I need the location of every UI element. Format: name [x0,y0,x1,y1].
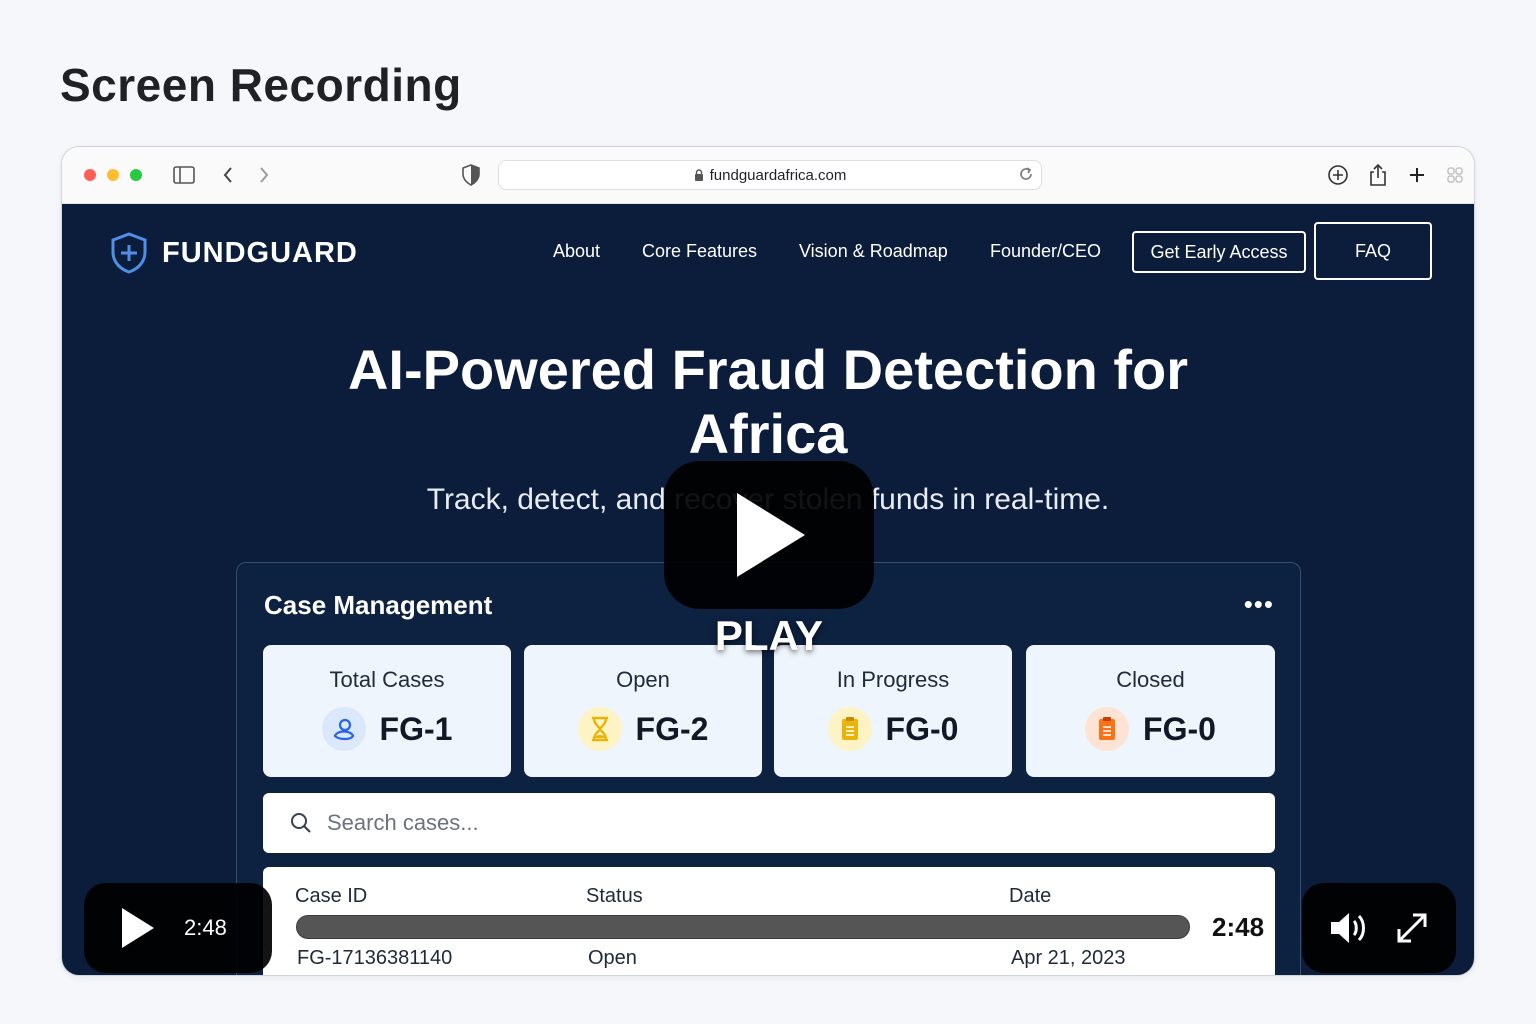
close-window-button[interactable] [84,169,96,181]
fullscreen-button[interactable] [1395,911,1429,945]
clipboard-icon [827,707,872,751]
reload-icon[interactable] [1017,165,1035,188]
maximize-window-button[interactable] [130,169,142,181]
hourglass-icon [577,707,622,751]
search-icon [291,813,311,833]
privacy-shield-icon[interactable] [457,161,485,189]
column-header-case-id[interactable]: Case ID [295,885,367,908]
video-play-overlay-button[interactable] [664,461,874,609]
volume-button[interactable] [1329,910,1369,946]
back-icon[interactable] [214,161,242,189]
stat-label: Open [616,667,670,692]
video-controls-right [1302,883,1456,973]
website-viewport: FUNDGUARD About Core Features Vision & R… [62,204,1474,975]
nav-founder-ceo[interactable]: Founder/CEO [990,241,1101,262]
address-bar[interactable]: fundguardafrica.com [498,160,1042,190]
panel-title: Case Management [264,590,493,620]
address-url: fundguardafrica.com [709,166,847,184]
stat-value: FG-1 [379,710,453,747]
hero-title: AI-Powered Fraud Detection for Africa [62,338,1474,466]
stat-card-total-cases[interactable]: Total Cases FG-1 [263,645,511,777]
video-controls-left: 2:48 [84,883,272,973]
new-tab-icon[interactable] [1403,161,1431,189]
brand-logo[interactable]: FUNDGUARD [110,232,358,274]
video-progress-bar[interactable] [296,915,1190,939]
shield-plus-icon [111,232,147,274]
more-options-icon[interactable]: ••• [1244,589,1274,620]
stat-value: FG-0 [885,710,959,747]
column-header-date[interactable]: Date [1009,885,1051,908]
play-button[interactable] [120,906,156,950]
hero-title-line-2: Africa [688,402,848,465]
browser-window: fundguardafrica.com FUNDGUARD About Core… [61,146,1475,976]
search-input[interactable] [327,810,1127,836]
forward-icon[interactable] [250,161,278,189]
elapsed-time: 2:48 [184,915,227,940]
stat-label: Total Cases [329,667,445,692]
table-cell-case-id[interactable]: FG-17136381140 [297,947,452,970]
page-title: Screen Recording [60,59,462,111]
hero-title-line-1: AI-Powered Fraud Detection for [347,338,1189,401]
stat-value: FG-2 [635,710,709,747]
stat-card-open[interactable]: Open FG-2 [524,645,762,777]
nav-core-features[interactable]: Core Features [642,241,757,262]
nav-about[interactable]: About [553,241,600,262]
clipboard-icon [1085,707,1130,751]
download-icon[interactable] [1324,161,1352,189]
nav-vision-roadmap[interactable]: Vision & Roadmap [799,241,948,262]
column-header-status[interactable]: Status [586,885,643,908]
minimize-window-button[interactable] [107,169,119,181]
browser-toolbar: fundguardafrica.com [62,147,1474,204]
stat-card-in-progress[interactable]: In Progress FG-0 [774,645,1012,777]
table-cell-status: Open [588,947,637,969]
stat-card-closed[interactable]: Closed FG-0 [1026,645,1275,777]
table-cell-date: Apr 21, 2023 [1011,947,1126,969]
brand-name: FUNDGUARD [162,236,358,269]
sidebar-icon[interactable] [170,161,198,189]
search-bar [263,793,1275,853]
user-icon [321,707,366,751]
stat-label: In Progress [836,667,950,692]
expand-icon [1397,913,1427,943]
stat-value: FG-0 [1143,710,1216,747]
share-icon[interactable] [1364,161,1392,189]
play-icon [737,493,805,577]
play-label: PLAY [714,612,824,659]
lock-icon [694,168,703,181]
faq-button[interactable]: FAQ [1314,222,1432,280]
get-early-access-button[interactable]: Get Early Access [1132,231,1306,273]
volume-icon [1331,913,1365,943]
tab-overview-icon[interactable] [1441,161,1469,189]
play-icon [122,908,154,948]
stat-label: Closed [1116,667,1185,692]
total-time: 2:48 [1212,912,1265,942]
